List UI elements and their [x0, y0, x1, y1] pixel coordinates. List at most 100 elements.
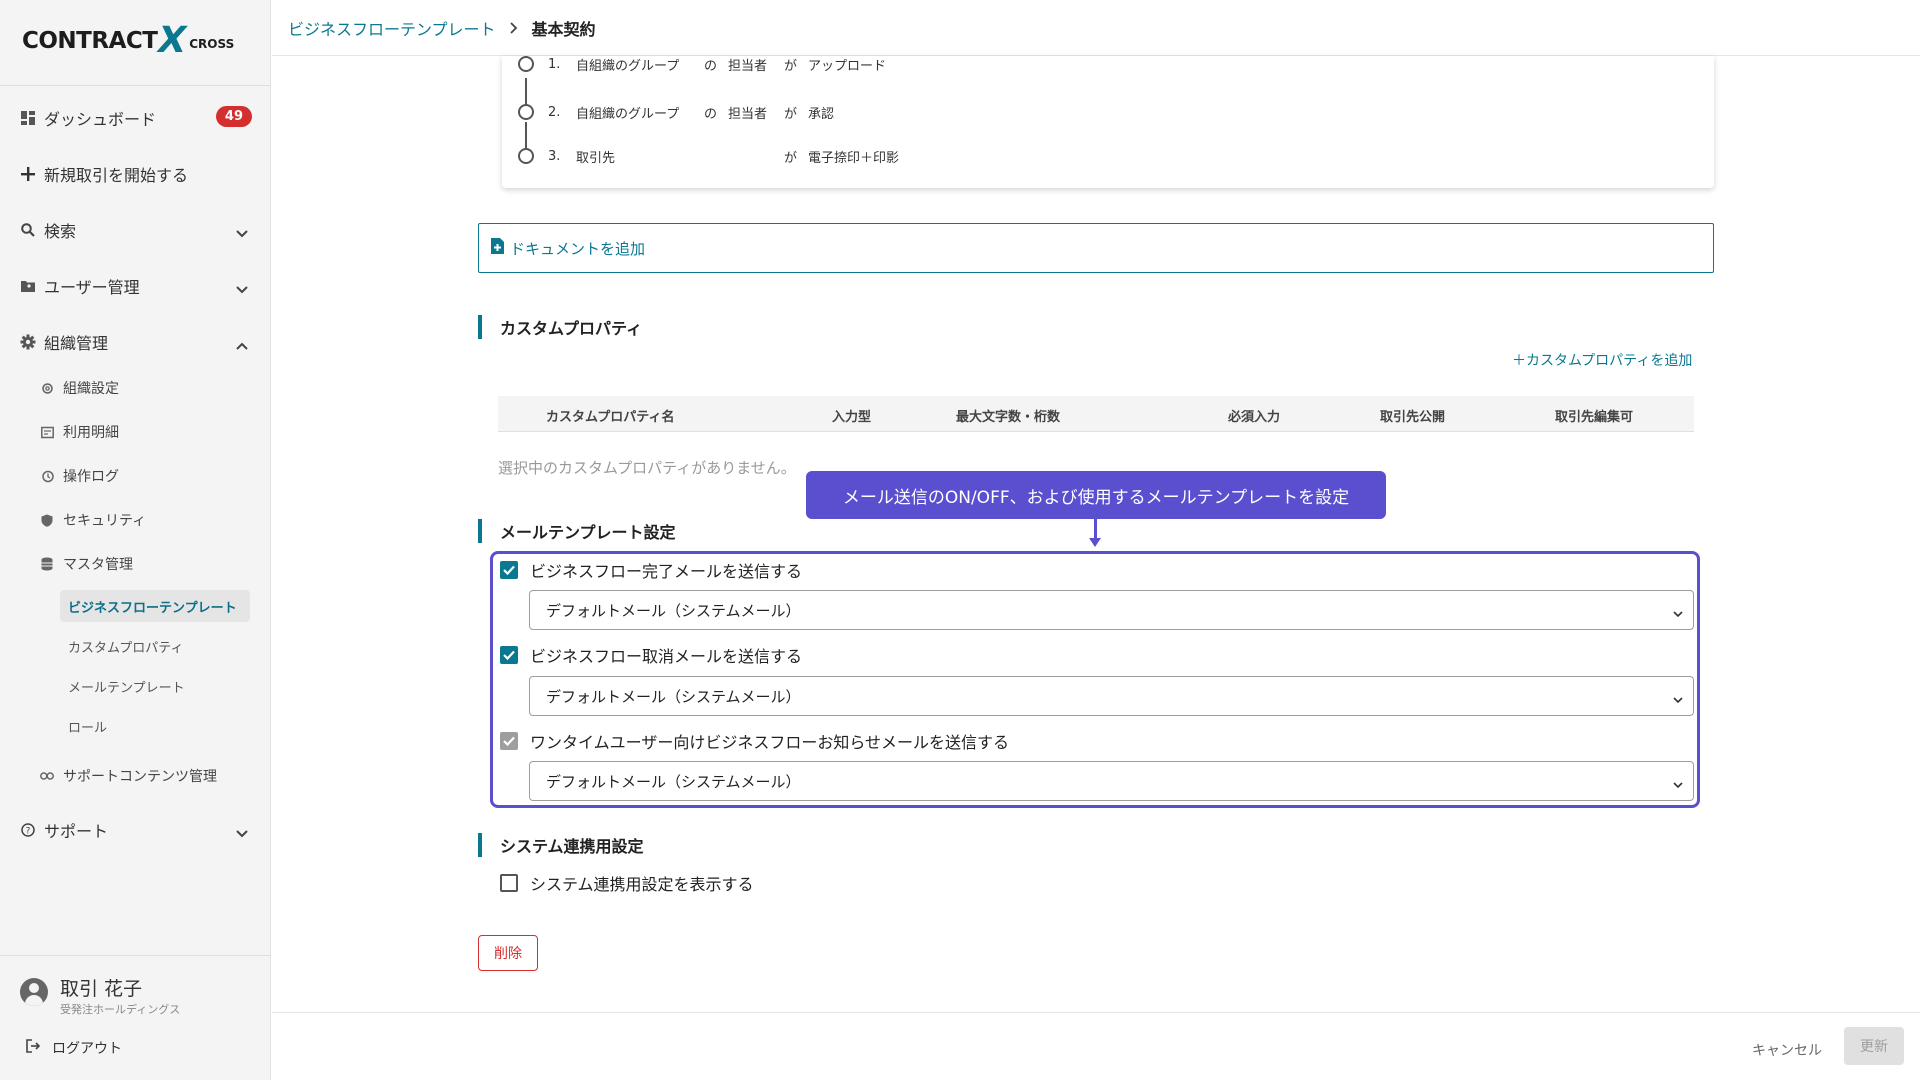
search-icon	[20, 222, 36, 238]
user-name: 取引 花子	[60, 978, 143, 1000]
sidebar-item-dashboard[interactable]: ダッシュボード 49	[20, 103, 252, 133]
step-circle-icon	[518, 104, 534, 120]
checkbox-checked-icon[interactable]	[500, 646, 518, 664]
step-role: 担当者	[728, 106, 768, 122]
logo-text-contract: CONTRACT	[22, 28, 158, 54]
column-header: 取引先編集可	[1555, 410, 1634, 425]
chevron-down-icon	[236, 823, 248, 842]
column-header: 必須入力	[1228, 410, 1281, 425]
delete-button[interactable]: 削除	[478, 935, 538, 971]
logout-label: ログアウト	[52, 1041, 122, 1057]
step-group: 自組織のグループ	[576, 58, 680, 74]
add-document-button[interactable]: ドキュメントを追加	[478, 223, 1714, 273]
sidebar-item-org-settings[interactable]: 組織設定	[40, 374, 250, 402]
tooltip: メール送信のON/OFF、および使用するメールテンプレートを設定	[806, 471, 1386, 519]
sidebar-item-label: 検索	[44, 222, 77, 241]
select-cancel-mail-template[interactable]: デフォルトメール（システムメール）	[529, 676, 1694, 716]
sidebar-item-org-management[interactable]: 組織管理	[20, 327, 252, 357]
checkbox-onetime-user-mail: ワンタイムユーザー向けビジネスフローお知らせメールを送信する	[500, 730, 1009, 752]
chevron-down-icon	[236, 223, 248, 242]
select-value: デフォルトメール（システムメール）	[546, 772, 801, 791]
checkbox-checked-icon[interactable]	[500, 561, 518, 579]
breadcrumb-link[interactable]: ビジネスフローテンプレート	[288, 16, 496, 40]
user-organization: 受発注ホールディングス	[60, 1003, 181, 1016]
help-icon: ?	[20, 822, 36, 838]
step-action: 承認	[808, 106, 835, 122]
step-particle: が	[784, 106, 798, 122]
sidebar-item-label: ビジネスフローテンプレート	[68, 600, 237, 616]
chevron-down-icon	[1673, 690, 1683, 708]
sidebar-item-label: 操作ログ	[63, 469, 119, 485]
dashboard-icon	[20, 110, 36, 126]
select-completion-mail-template[interactable]: デフォルトメール（システムメール）	[529, 590, 1694, 630]
divider	[0, 85, 271, 86]
flow-step: 2. 自組織のグループ の 担当者 が 承認	[518, 102, 834, 122]
step-number: 3.	[548, 148, 561, 164]
sidebar-item-mail-template[interactable]: メールテンプレート	[60, 670, 250, 702]
sidebar-item-user-management[interactable]: ユーザー管理	[20, 271, 252, 301]
checkbox-disabled-icon	[500, 732, 518, 750]
database-icon	[40, 557, 54, 571]
chevron-up-icon	[236, 335, 248, 354]
add-custom-property-button[interactable]: ＋カスタムプロパティを追加	[1512, 350, 1692, 370]
step-particle: の	[704, 106, 718, 122]
checkbox-completion-mail[interactable]: ビジネスフロー完了メールを送信する	[500, 559, 802, 581]
step-group: 自組織のグループ	[576, 106, 680, 122]
divider	[0, 955, 271, 956]
flow-step: 1. 自組織のグループ の 担当者 が アップロード	[518, 56, 886, 74]
empty-message: 選択中のカスタムプロパティがありません。	[498, 459, 796, 477]
step-particle: の	[704, 58, 718, 74]
plus-icon	[20, 166, 36, 182]
step-circle-icon	[518, 148, 534, 164]
avatar-icon	[20, 978, 48, 1006]
shield-icon	[40, 513, 54, 527]
business-flow-card: 1. 自組織のグループ の 担当者 が アップロード 2. 自組織のグループ の…	[502, 56, 1714, 188]
logout-button[interactable]: ログアウト	[26, 1038, 122, 1058]
logo[interactable]: CONTRACT X CROSS	[22, 20, 234, 61]
select-onetime-mail-template[interactable]: デフォルトメール（システムメール）	[529, 761, 1694, 801]
sidebar-item-master[interactable]: マスタ管理	[40, 550, 250, 578]
sidebar-item-support[interactable]: ? サポート	[20, 815, 252, 845]
sidebar-item-label: 組織設定	[63, 381, 119, 397]
sidebar-item-label: ダッシュボード	[44, 110, 157, 129]
link-icon	[40, 769, 54, 783]
sidebar-item-business-flow-template[interactable]: ビジネスフローテンプレート	[60, 590, 250, 622]
sidebar-item-role[interactable]: ロール	[60, 710, 250, 742]
sidebar-item-operation-log[interactable]: 操作ログ	[40, 462, 250, 490]
flow-step: 3. 取引先 が 電子捺印＋印影	[518, 146, 899, 166]
checkbox-label: システム連携用設定を表示する	[530, 875, 754, 894]
sidebar-item-custom-property[interactable]: カスタムプロパティ	[60, 630, 250, 662]
sidebar-item-usage[interactable]: 利用明細	[40, 418, 250, 446]
logout-icon	[26, 1039, 41, 1057]
sidebar-item-search[interactable]: 検索	[20, 215, 252, 245]
checkbox-system-settings[interactable]: システム連携用設定を表示する	[500, 872, 754, 894]
cancel-button[interactable]: キャンセル	[1744, 1034, 1830, 1066]
update-button[interactable]: 更新	[1844, 1027, 1904, 1065]
sidebar-item-label: ロール	[68, 720, 108, 736]
chevron-right-icon	[509, 19, 518, 38]
sidebar-item-label: サポート	[44, 822, 109, 841]
sidebar-item-support-content[interactable]: サポートコンテンツ管理	[40, 762, 250, 790]
step-particle: が	[784, 150, 798, 166]
sidebar-item-security[interactable]: セキュリティ	[40, 506, 250, 534]
checkbox-unchecked-icon[interactable]	[500, 874, 518, 892]
file-add-icon	[491, 238, 504, 258]
page-title: 基本契約	[531, 20, 596, 39]
column-header: 最大文字数・桁数	[956, 410, 1061, 425]
sidebar-item-label: メールテンプレート	[68, 680, 185, 696]
section-title-system: システム連携用設定	[478, 833, 644, 857]
column-header: 取引先公開	[1380, 410, 1446, 425]
sidebar-item-new-deal[interactable]: 新規取引を開始する	[20, 159, 252, 189]
select-value: デフォルトメール（システムメール）	[546, 687, 801, 706]
column-header: カスタムプロパティ名	[546, 410, 675, 425]
folder-user-icon	[20, 278, 36, 294]
receipt-icon	[40, 425, 54, 439]
chevron-down-icon	[1673, 604, 1683, 622]
gear-icon	[40, 381, 54, 395]
checkbox-cancel-mail[interactable]: ビジネスフロー取消メールを送信する	[500, 644, 802, 666]
chevron-down-icon	[236, 279, 248, 298]
arrow-down-icon	[1089, 538, 1101, 547]
add-document-label: ドキュメントを追加	[510, 239, 646, 258]
svg-text:?: ?	[26, 827, 31, 837]
step-particle: が	[784, 58, 798, 74]
